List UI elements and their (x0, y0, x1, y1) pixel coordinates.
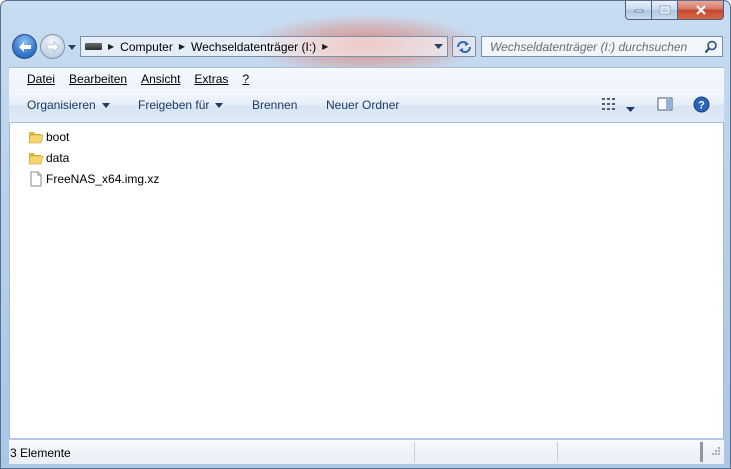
help-button[interactable]: ? (693, 96, 710, 116)
minimize-button[interactable] (625, 1, 652, 20)
status-bar: 3 Elemente (9, 439, 724, 464)
view-dropdown-button[interactable] (626, 102, 635, 116)
view-list-icon (602, 98, 615, 110)
forward-button[interactable] (40, 34, 65, 59)
file-name: boot (46, 130, 70, 144)
search-button[interactable] (700, 40, 722, 54)
organize-button[interactable]: Organisieren (27, 98, 110, 112)
resize-grip-icon[interactable] (710, 445, 722, 459)
list-item[interactable]: FreeNAS_x64.img.xz (28, 170, 159, 188)
breadcrumb-separator-icon[interactable]: ▶ (108, 42, 114, 51)
help-icon: ? (693, 96, 710, 113)
history-dropdown-icon[interactable] (67, 42, 77, 52)
search-icon (704, 40, 717, 53)
search-placeholder[interactable]: Wechseldatenträger (I:) durchsuchen (482, 40, 700, 54)
preview-pane-icon (657, 97, 673, 111)
file-name: FreeNAS_x64.img.xz (46, 172, 160, 186)
burn-button[interactable]: Brennen (252, 98, 297, 112)
chevron-down-icon (215, 103, 224, 109)
menu-extras[interactable]: Extras (194, 72, 228, 86)
svg-text:?: ? (698, 100, 705, 112)
file-name: data (46, 151, 70, 165)
folder-icon (28, 153, 44, 165)
explorer-window: ▶ Computer ▶ Wechseldatenträger (I:) ▶ W… (0, 0, 731, 469)
status-divider (414, 442, 415, 462)
share-button[interactable]: Freigeben für (138, 98, 224, 112)
item-count: 3 Elemente (10, 446, 71, 460)
maximize-icon (659, 5, 670, 15)
breadcrumb-drive[interactable]: Wechseldatenträger (I:) (191, 40, 316, 54)
menu-bar: Datei Bearbeiten Ansicht Extras ? (9, 67, 724, 89)
minimize-icon (634, 9, 643, 13)
new-folder-button[interactable]: Neuer Ordner (326, 98, 399, 112)
view-options-button[interactable] (601, 96, 617, 115)
list-item[interactable]: data (28, 149, 69, 167)
file-icon (30, 171, 42, 187)
drive-icon (85, 43, 102, 50)
close-button[interactable] (678, 1, 724, 20)
breadcrumb-separator-icon[interactable]: ▶ (179, 42, 185, 51)
organize-label: Organisieren (27, 98, 96, 112)
maximize-button[interactable] (652, 1, 678, 20)
menu-datei[interactable]: Datei (27, 72, 55, 86)
back-arrow-icon (18, 41, 31, 52)
chevron-down-icon (626, 107, 635, 112)
address-bar[interactable]: ▶ Computer ▶ Wechseldatenträger (I:) ▶ (80, 36, 448, 57)
file-list: boot data FreeNAS_x64.img.xz (9, 123, 724, 438)
close-icon (695, 5, 706, 15)
forward-arrow-icon (46, 40, 59, 53)
chevron-down-icon (101, 103, 110, 109)
address-dropdown-icon[interactable] (434, 43, 443, 50)
status-divider (557, 442, 558, 462)
folder-icon (28, 132, 44, 144)
refresh-icon (457, 40, 471, 53)
menu-help[interactable]: ? (242, 72, 249, 86)
search-box[interactable]: Wechseldatenträger (I:) durchsuchen (481, 36, 723, 57)
command-bar: Organisieren Freigeben für Brennen Neuer… (9, 89, 724, 123)
breadcrumb-computer[interactable]: Computer (120, 40, 173, 54)
back-button[interactable] (12, 34, 37, 59)
status-divider (700, 442, 703, 462)
preview-pane-button[interactable] (657, 96, 673, 115)
menu-bearbeiten[interactable]: Bearbeiten (69, 72, 127, 86)
list-item[interactable]: boot (28, 128, 69, 146)
caption-buttons (625, 1, 724, 21)
refresh-button[interactable] (452, 36, 476, 57)
menu-ansicht[interactable]: Ansicht (141, 72, 180, 86)
breadcrumb-separator-icon[interactable]: ▶ (322, 42, 328, 51)
share-label: Freigeben für (138, 98, 210, 112)
